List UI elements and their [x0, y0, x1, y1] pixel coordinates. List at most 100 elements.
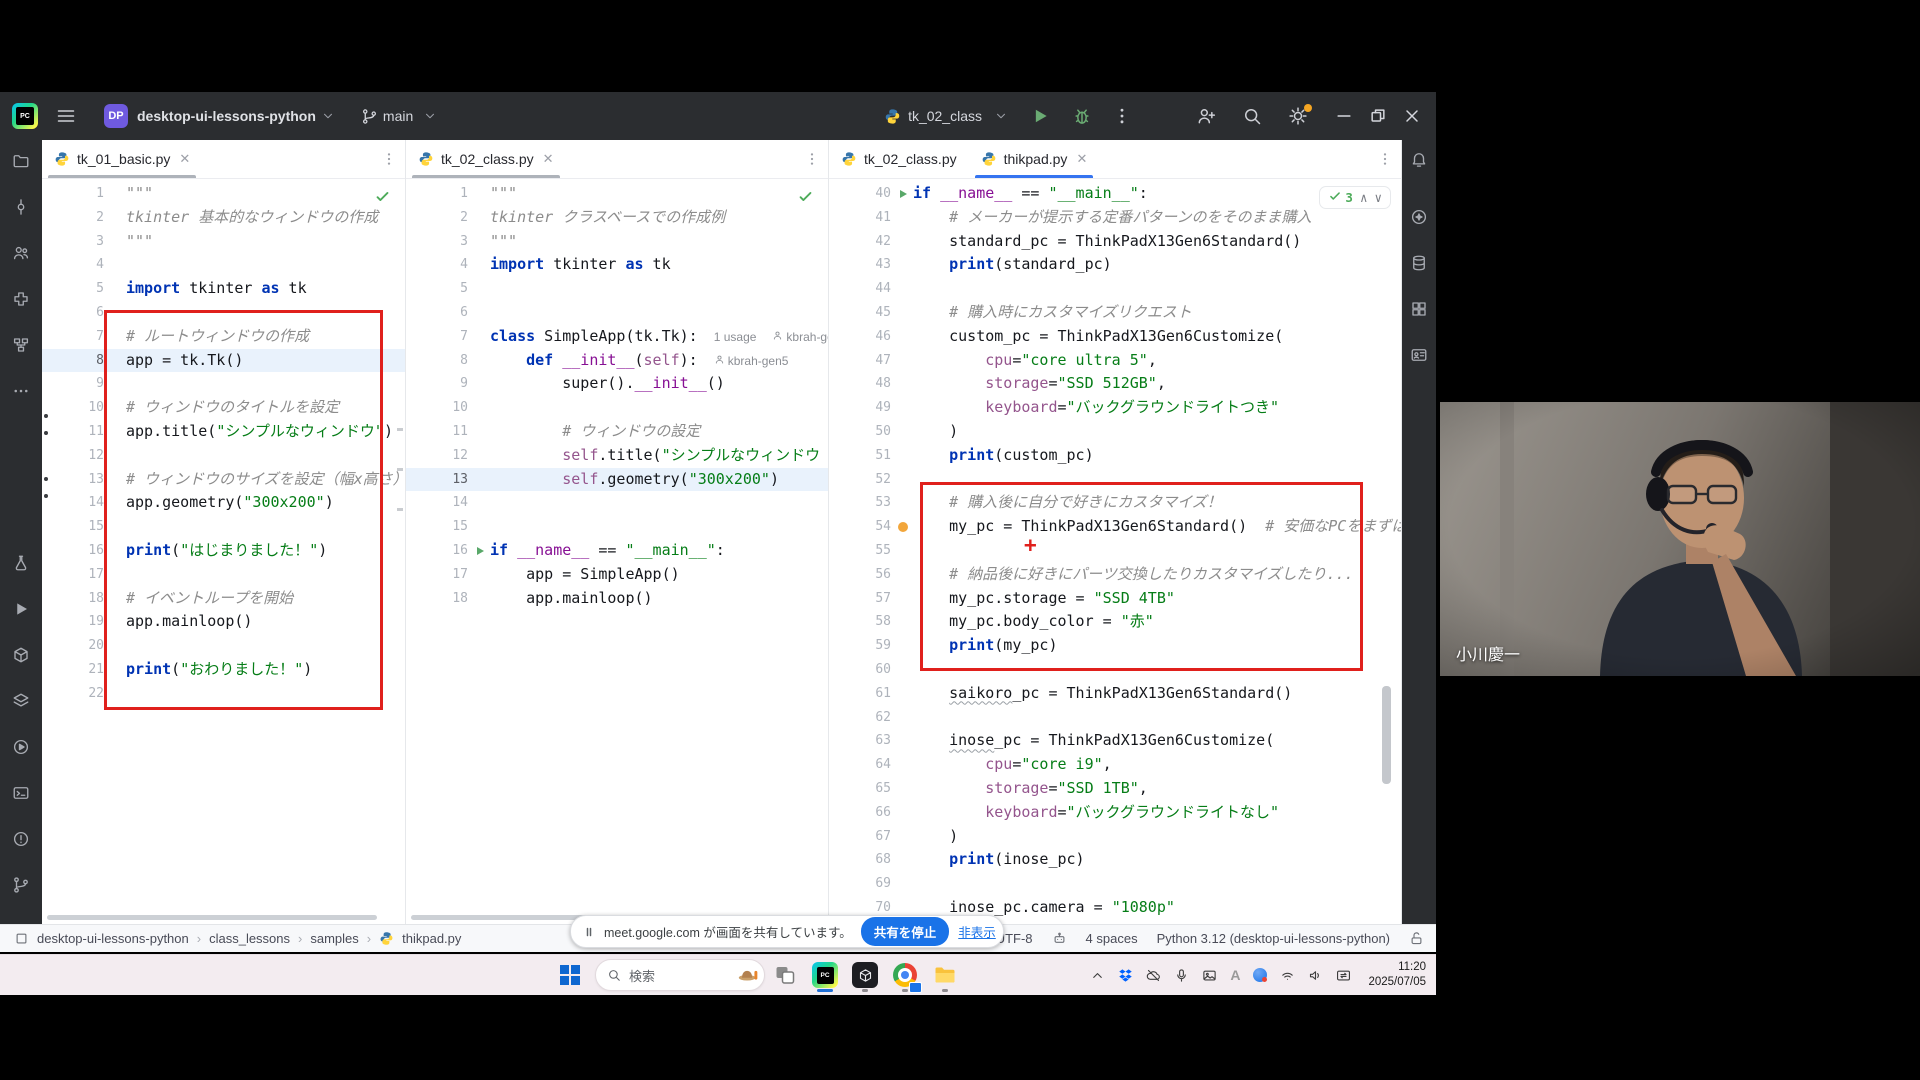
settings-gear-icon[interactable]	[1288, 106, 1308, 126]
breadcrumb-item[interactable]: samples	[310, 931, 358, 946]
users-icon[interactable]	[10, 242, 32, 264]
services-icon[interactable]	[10, 736, 32, 758]
run-line-icon[interactable]	[470, 539, 490, 563]
next-problem-icon[interactable]: ∨	[1374, 190, 1382, 205]
taskbar-clock[interactable]: 11:20 2025/07/05	[1368, 960, 1426, 990]
terminal-icon[interactable]	[10, 782, 32, 804]
stop-sharing-button[interactable]: 共有を停止	[861, 917, 950, 946]
inspection-ok-icon[interactable]	[374, 188, 391, 205]
chevron-down-icon[interactable]	[321, 109, 335, 123]
search-everywhere-icon[interactable]	[1242, 106, 1262, 126]
tab-thikpad.py[interactable]: thikpad.py✕	[969, 140, 1100, 178]
interpreter-indicator[interactable]: Python 3.12 (desktop-ui-lessons-python)	[1157, 931, 1390, 946]
taskbar-explorer-button[interactable]	[925, 955, 965, 995]
code-with-me-icon[interactable]	[1196, 106, 1216, 126]
grid-icon[interactable]	[1408, 298, 1430, 320]
tray-chevron-up-icon[interactable]	[1090, 968, 1105, 983]
database-icon[interactable]	[1408, 252, 1430, 274]
code-line: 3"""	[42, 230, 405, 254]
debug-button[interactable]	[1072, 106, 1092, 126]
more-horizontal-icon[interactable]	[10, 380, 32, 402]
onedrive-paused-icon[interactable]	[1146, 968, 1161, 983]
inspection-ok-icon[interactable]	[797, 188, 814, 205]
author-icon	[714, 350, 725, 373]
tab-tk_02_class.py[interactable]: tk_02_class.py✕	[406, 140, 566, 178]
start-button[interactable]	[553, 958, 587, 992]
folder-icon[interactable]	[10, 150, 32, 172]
git-branch-icon[interactable]	[10, 874, 32, 896]
taskbar-chrome-button[interactable]	[885, 955, 925, 995]
tab-tk_02_class.py[interactable]: tk_02_class.py	[829, 140, 969, 178]
ime-mode-icon[interactable]: A	[1230, 967, 1240, 983]
run-play-icon[interactable]	[10, 598, 32, 620]
problems-icon[interactable]	[10, 828, 32, 850]
breadcrumb-item[interactable]: desktop-ui-lessons-python	[37, 931, 189, 946]
python-file-icon	[54, 151, 70, 167]
microphone-icon[interactable]	[1174, 968, 1189, 983]
indent-indicator[interactable]: 4 spaces	[1086, 931, 1138, 946]
taskbar-search-input[interactable]: 検索	[595, 959, 765, 991]
breadcrumb-item[interactable]: thikpad.py	[402, 931, 461, 946]
bell-icon[interactable]	[1408, 148, 1430, 170]
wifi-icon[interactable]	[1280, 968, 1295, 983]
taskbar-dark-app-button[interactable]	[845, 955, 885, 995]
tab-options-icon[interactable]	[381, 151, 397, 167]
lock-open-icon[interactable]	[1409, 931, 1424, 946]
vertical-scrollbar[interactable]	[1382, 686, 1391, 784]
task-view-button[interactable]	[765, 955, 805, 995]
code-line: 1"""	[406, 182, 828, 206]
code-line: 9 super().__init__()	[406, 372, 828, 396]
more-actions-icon[interactable]	[1112, 106, 1132, 126]
code-line: 15	[42, 515, 405, 539]
tab-tk_01_basic.py[interactable]: tk_01_basic.py✕	[42, 140, 202, 178]
code-line: 61 saikoro_pc = ThinkPadX13Gen6Standard(…	[829, 682, 1401, 706]
windows-taskbar: 検索 PC A	[0, 954, 1436, 995]
dropbox-icon[interactable]	[1118, 968, 1133, 983]
id-card-icon[interactable]	[1408, 344, 1430, 366]
volume-icon[interactable]	[1308, 968, 1323, 983]
run-configuration[interactable]: tk_02_class	[884, 108, 1008, 125]
structure-icon[interactable]	[10, 334, 32, 356]
window-close-button[interactable]	[1402, 106, 1422, 126]
ai-assistant-status-icon[interactable]	[1052, 931, 1067, 946]
run-button[interactable]	[1030, 106, 1050, 126]
code-editor[interactable]: 1"""2tkinter クラスベースでの作成例3"""4import tkin…	[406, 178, 828, 925]
drive-sync-icon[interactable]	[1253, 968, 1267, 982]
participant-name: 小川慶一	[1456, 641, 1520, 665]
run-line-icon[interactable]	[893, 182, 913, 206]
layers-icon[interactable]	[10, 690, 32, 712]
tab-options-icon[interactable]	[804, 151, 820, 167]
gutter-dot	[44, 414, 48, 418]
main-menu-icon[interactable]	[56, 106, 76, 126]
author-inlay-hint[interactable]: kbrah-gen5	[714, 350, 789, 373]
window-minimize-button[interactable]	[1334, 106, 1354, 126]
hide-banner-link[interactable]: 非表示	[958, 922, 996, 941]
window-restore-button[interactable]	[1368, 106, 1388, 126]
project-badge[interactable]: DP	[104, 104, 128, 128]
author-inlay-hint[interactable]: kbrah-ger	[772, 326, 828, 349]
tab-options-icon[interactable]	[1377, 151, 1393, 167]
taskbar-pycharm-button[interactable]: PC	[805, 955, 845, 995]
prev-problem-icon[interactable]: ∧	[1360, 190, 1368, 205]
close-tab-icon[interactable]: ✕	[543, 151, 554, 167]
inspection-widget[interactable]: 3 ∧ ∨	[1319, 186, 1391, 209]
code-editor[interactable]: 1"""2tkinter 基本的なウィンドウの作成3"""45import tk…	[42, 178, 405, 925]
ai-assistant-icon[interactable]	[1408, 206, 1430, 228]
science-icon[interactable]	[10, 552, 32, 574]
usage-inlay-hint[interactable]: 1 usage	[714, 326, 757, 349]
code-editor[interactable]: 40if __name__ == "__main__":41 # メーカーが提示…	[829, 178, 1401, 925]
language-switch-icon[interactable]	[1336, 968, 1351, 983]
branch-selector[interactable]: main	[361, 108, 437, 125]
packages-icon[interactable]	[10, 644, 32, 666]
horizontal-scrollbar[interactable]	[47, 915, 377, 920]
breakpoint-dot[interactable]	[898, 522, 908, 532]
plugins-icon[interactable]	[10, 288, 32, 310]
commit-icon[interactable]	[10, 196, 32, 218]
code-line: 49 keyboard="バックグラウンドライトつき"	[829, 396, 1401, 420]
code-line: 1"""	[42, 182, 405, 206]
close-tab-icon[interactable]: ✕	[179, 151, 190, 167]
snipping-tool-icon[interactable]	[1202, 968, 1217, 983]
close-tab-icon[interactable]: ✕	[1076, 151, 1087, 167]
breadcrumb-item[interactable]: class_lessons	[209, 931, 290, 946]
project-name[interactable]: desktop-ui-lessons-python	[137, 108, 316, 124]
